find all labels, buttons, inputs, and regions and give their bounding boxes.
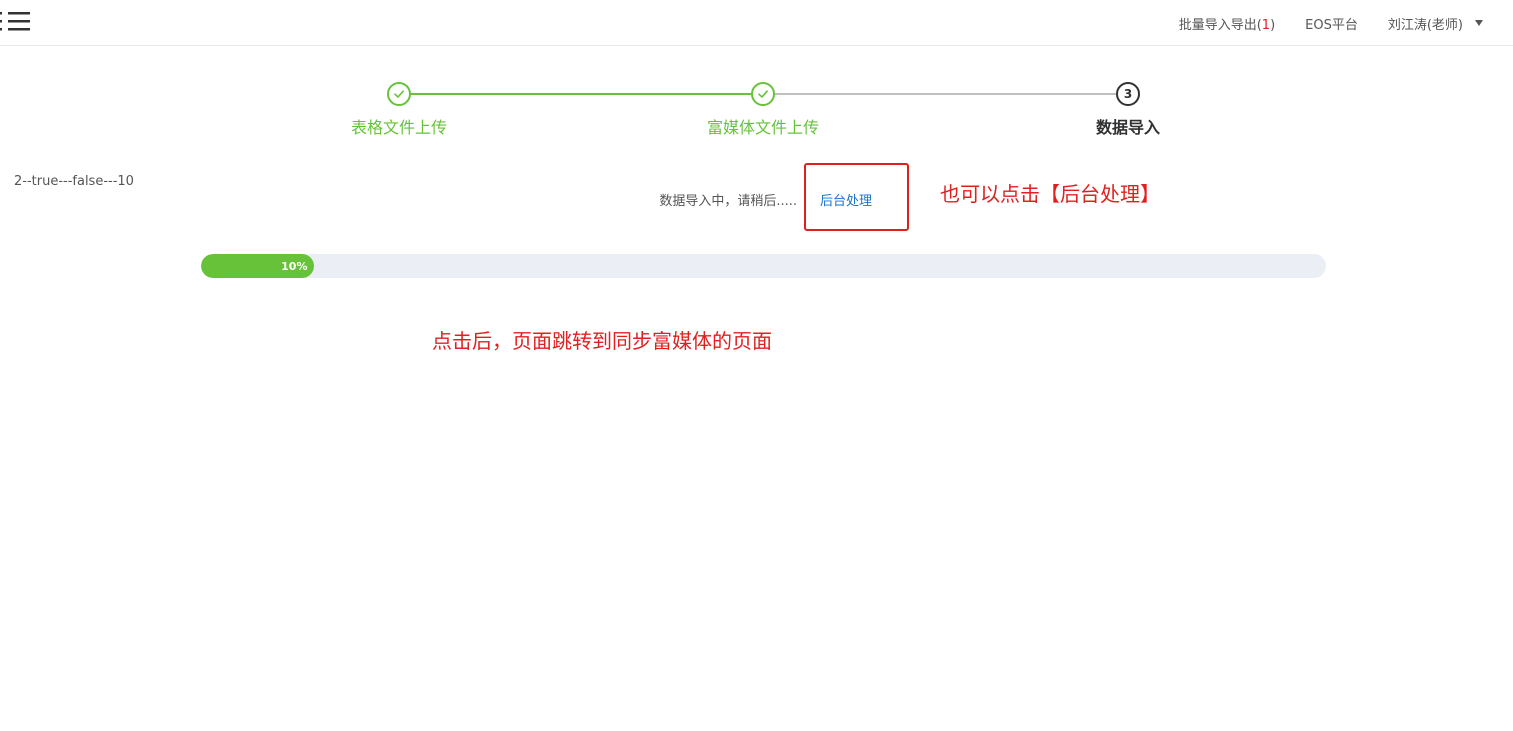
import-progress-bar: 10% xyxy=(201,254,1326,278)
step-3-number: 3 xyxy=(1116,82,1140,106)
progress-label: 10% xyxy=(281,259,308,273)
debug-text: 2--true---false---10 xyxy=(14,174,134,189)
step-1-check-icon xyxy=(387,82,411,106)
progress-fill: 10% xyxy=(201,254,314,278)
import-status-text: 数据导入中，请稍后..... xyxy=(659,194,797,209)
step-1-title: 表格文件上传 xyxy=(350,118,448,137)
step-3-title: 数据导入 xyxy=(1095,118,1161,137)
step-2-check-icon xyxy=(751,82,775,106)
step-connector-2 xyxy=(775,93,1116,95)
annotation-note-background: 也可以点击【后台处理】 xyxy=(940,182,1160,206)
annotation-note-redirect: 点击后，页面跳转到同步富媒体的页面 xyxy=(432,329,772,353)
step-2-title: 富媒体文件上传 xyxy=(706,118,820,137)
steps-indicator: 3 表格文件上传 富媒体文件上传 数据导入 xyxy=(0,0,1513,140)
step-connector-1 xyxy=(411,93,751,95)
background-process-link[interactable]: 后台处理 xyxy=(820,190,872,209)
